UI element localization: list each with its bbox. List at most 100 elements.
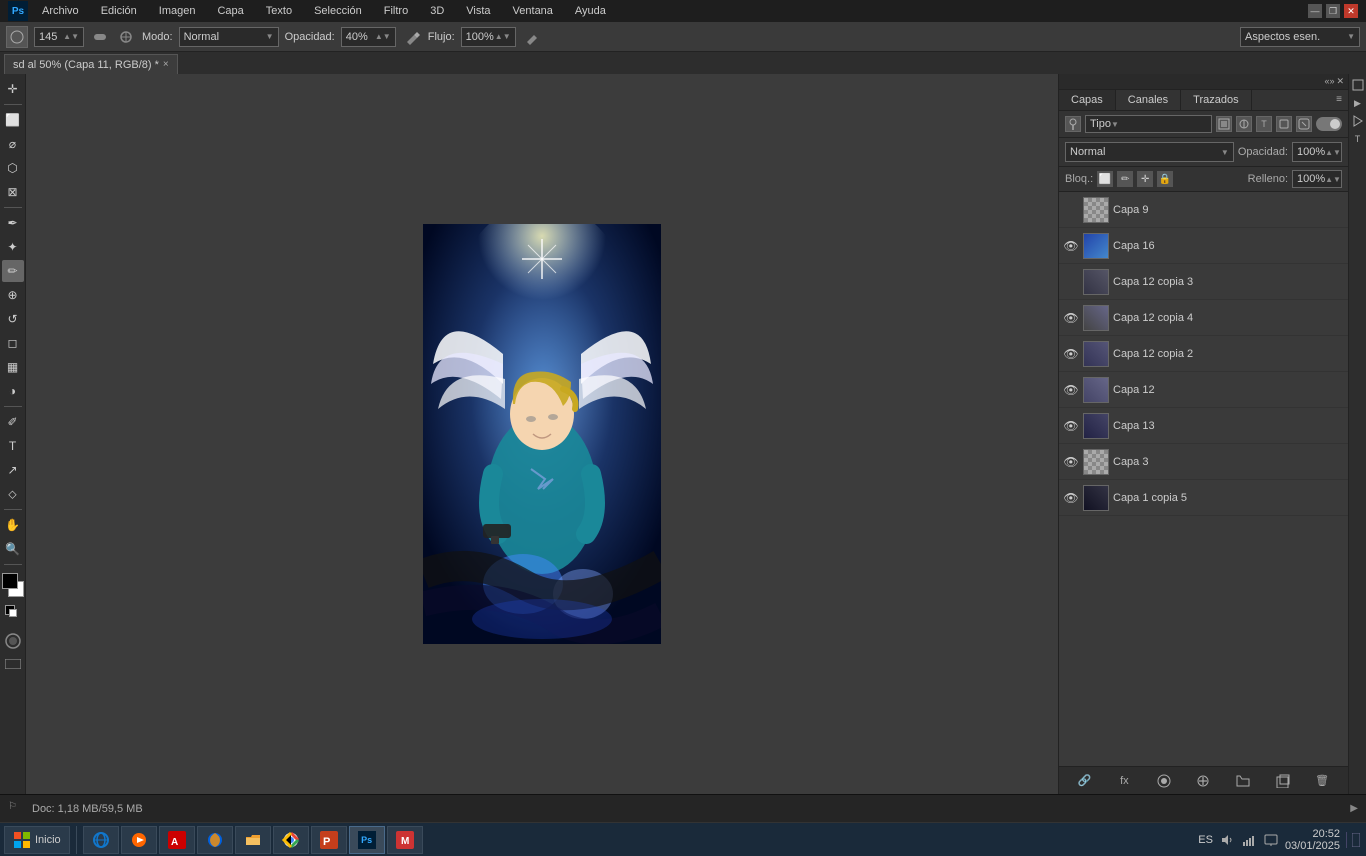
lock-transparent-button[interactable]: ⬜ — [1097, 171, 1113, 187]
quick-mask-button[interactable] — [3, 631, 23, 651]
lock-position-button[interactable]: ✛ — [1137, 171, 1153, 187]
filter-toggle[interactable] — [1316, 117, 1342, 131]
healing-tool[interactable]: ✦ — [2, 236, 24, 258]
layer-item[interactable]: 👁 Capa 13 — [1059, 408, 1348, 444]
panel-collapse-button[interactable]: «» — [1324, 76, 1334, 87]
layer-item[interactable]: 👁 Capa 12 copia 2 — [1059, 336, 1348, 372]
taskbar-explorer[interactable] — [235, 826, 271, 854]
crop-tool[interactable]: ⊠ — [2, 181, 24, 203]
menu-seleccion[interactable]: Selección — [306, 3, 370, 19]
layer-visibility-toggle[interactable]: 👁 — [1063, 418, 1079, 434]
opacity-input[interactable]: 40%▲▼ — [341, 27, 396, 47]
pen-tool[interactable]: ✐ — [2, 411, 24, 433]
fill-value[interactable]: 100%▲▼ — [1292, 170, 1342, 188]
opacity-pen-icon[interactable] — [402, 27, 422, 47]
layer-item[interactable]: 👁 Capa 12 copia 3 — [1059, 264, 1348, 300]
network-icon[interactable] — [1241, 832, 1257, 848]
eraser-tool[interactable]: ◻ — [2, 332, 24, 354]
foreground-color-box[interactable] — [2, 573, 18, 589]
new-layer-button[interactable] — [1274, 772, 1292, 790]
new-group-button[interactable] — [1234, 772, 1252, 790]
layer-visibility-toggle[interactable]: 👁 — [1063, 454, 1079, 470]
brush-tool[interactable]: ✏ — [2, 260, 24, 282]
filter-adjust-button[interactable] — [1236, 116, 1252, 132]
start-button[interactable]: Inicio — [4, 826, 70, 854]
screen-mode-button[interactable] — [3, 657, 23, 671]
clone-stamp-tool[interactable]: ⊕ — [2, 284, 24, 306]
lasso-tool[interactable]: ⌀ — [2, 133, 24, 155]
taskbar-powerpoint[interactable]: P — [311, 826, 347, 854]
brush-preview[interactable] — [6, 26, 28, 48]
menu-imagen[interactable]: Imagen — [151, 3, 204, 19]
flow-pen-icon[interactable] — [522, 27, 542, 47]
layer-visibility-toggle[interactable]: 👁 — [1063, 490, 1079, 506]
canvas-area[interactable] — [26, 74, 1058, 794]
tab-close-button[interactable]: × — [163, 59, 169, 70]
brush-hardness-icon[interactable] — [90, 27, 110, 47]
strip-panel-4[interactable]: T — [1351, 132, 1365, 146]
layer-item[interactable]: 👁 Capa 12 — [1059, 372, 1348, 408]
layers-options-button[interactable]: ≡ — [1330, 90, 1348, 110]
dodge-tool[interactable]: ◑ — [2, 380, 24, 402]
mode-dropdown[interactable]: Normal▼ — [179, 27, 279, 47]
blend-mode-dropdown[interactable]: Normal▼ — [1065, 142, 1234, 162]
add-mask-button[interactable] — [1155, 772, 1173, 790]
menu-capa[interactable]: Capa — [209, 3, 251, 19]
hand-tool[interactable]: ✋ — [2, 514, 24, 536]
quick-select-tool[interactable]: ⬡ — [2, 157, 24, 179]
new-adjustment-button[interactable] — [1194, 772, 1212, 790]
show-desktop-button[interactable] — [1346, 832, 1362, 848]
filter-smart-button[interactable] — [1296, 116, 1312, 132]
zoom-tool[interactable]: 🔍 — [2, 538, 24, 560]
taskbar-app-unknown[interactable]: M — [387, 826, 423, 854]
marquee-tool[interactable]: ⬜ — [2, 109, 24, 131]
panel-close-button[interactable]: ✕ — [1336, 76, 1344, 87]
path-select-tool[interactable]: ↗ — [2, 459, 24, 481]
minimize-button[interactable]: — — [1308, 4, 1322, 18]
taskbar-photoshop[interactable]: Ps — [349, 826, 385, 854]
taskbar-adobe-reader[interactable]: A — [159, 826, 195, 854]
menu-ayuda[interactable]: Ayuda — [567, 3, 614, 19]
speaker-icon[interactable] — [1219, 832, 1235, 848]
type-tool[interactable]: T — [2, 435, 24, 457]
tab-canales[interactable]: Canales — [1116, 90, 1181, 110]
filter-type-button[interactable]: T — [1256, 116, 1272, 132]
opacity-value[interactable]: 100%▲▼ — [1292, 142, 1342, 162]
brush-size-input[interactable]: 145 ▲▼ — [34, 27, 84, 47]
layer-visibility-toggle[interactable]: 👁 — [1063, 382, 1079, 398]
gradient-tool[interactable]: ▦ — [2, 356, 24, 378]
flow-input[interactable]: 100%▲▼ — [461, 27, 516, 47]
menu-vista[interactable]: Vista — [458, 3, 498, 19]
menu-texto[interactable]: Texto — [258, 3, 300, 19]
layer-item[interactable]: 👁 Capa 16 — [1059, 228, 1348, 264]
taskbar-firefox[interactable] — [197, 826, 233, 854]
document-tab[interactable]: sd al 50% (Capa 11, RGB/8) * × — [4, 54, 178, 74]
eyedropper-tool[interactable]: ✒ — [2, 212, 24, 234]
taskbar-ie[interactable] — [83, 826, 119, 854]
layer-item[interactable]: 👁 Capa 12 copia 4 — [1059, 300, 1348, 336]
menu-edicion[interactable]: Edición — [93, 3, 145, 19]
layer-item[interactable]: 👁 Capa 3 — [1059, 444, 1348, 480]
layer-item[interactable]: 👁 Capa 9 — [1059, 192, 1348, 228]
menu-archivo[interactable]: Archivo — [34, 3, 87, 19]
layer-visibility-toggle[interactable]: 👁 — [1063, 346, 1079, 362]
menu-3d[interactable]: 3D — [422, 3, 452, 19]
strip-panel-2[interactable]: ▶ — [1351, 96, 1365, 110]
lock-all-button[interactable]: 🔒 — [1157, 171, 1173, 187]
maximize-button[interactable]: ❐ — [1326, 4, 1340, 18]
filter-shape-button[interactable] — [1276, 116, 1292, 132]
delete-layer-button[interactable]: 🗑 — [1313, 772, 1331, 790]
filter-icon[interactable] — [1065, 116, 1081, 132]
filter-type-dropdown[interactable]: Tipo ▼ — [1085, 115, 1212, 133]
menu-ventana[interactable]: Ventana — [505, 3, 561, 19]
default-colors-icon[interactable] — [5, 605, 21, 621]
close-button[interactable]: ✕ — [1344, 4, 1358, 18]
screen-icon[interactable] — [1263, 832, 1279, 848]
brush-settings-icon[interactable] — [116, 27, 136, 47]
link-layers-button[interactable]: 🔗 — [1076, 772, 1094, 790]
lock-pixels-button[interactable]: ✏ — [1117, 171, 1133, 187]
workspace-dropdown[interactable]: Aspectos esen.▼ — [1240, 27, 1360, 47]
color-selector[interactable] — [2, 573, 24, 601]
layer-visibility-toggle[interactable]: 👁 — [1063, 238, 1079, 254]
strip-panel-3[interactable] — [1351, 114, 1365, 128]
